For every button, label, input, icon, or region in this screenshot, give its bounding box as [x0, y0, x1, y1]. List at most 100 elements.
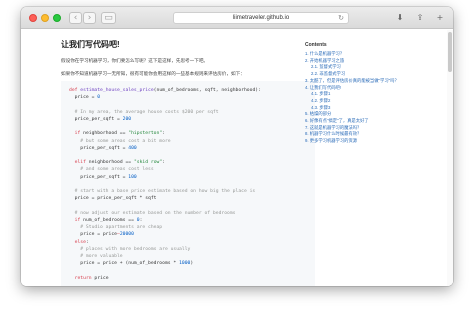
toc-link[interactable]: 7. 这就是机器学习的魔法吗？	[305, 125, 445, 132]
code-token: )	[190, 261, 194, 267]
article: 让我们写代码吧! 假设你在学习机器学习，你们要怎么写呢？这下是这样，先思考一下吧…	[61, 40, 315, 84]
code-token: price_per_sqft =	[69, 174, 129, 180]
code-line: # and some areas cost less	[69, 166, 309, 173]
toc-link[interactable]: 2. 开始机器学习之旅	[305, 58, 445, 65]
browser-toolbar: ‹ › ▭ liimetraveler.github.io ↻ ⬇ ⇪ +	[21, 7, 453, 29]
code-line: def estimate_house_sales_price(num_of_be…	[69, 87, 309, 94]
article-heading: 让我们写代码吧!	[61, 40, 120, 49]
code-token: neighborhood ==	[83, 131, 129, 137]
toc-link[interactable]: 1. 什么是机器学习？	[305, 51, 445, 58]
code-token: price = price_per_sqft * sqft	[69, 196, 157, 202]
code-token: price = price	[69, 232, 117, 238]
toc-link[interactable]: 4.3. 步骤3	[305, 105, 445, 112]
code-token: # In my area, the average house costs $2…	[69, 109, 219, 115]
code-token: if	[74, 217, 84, 223]
reload-icon[interactable]: ↻	[338, 13, 344, 24]
code-line: # start with a base price estimate based…	[69, 188, 309, 195]
code-token: 1000	[179, 261, 191, 267]
browser-window: ‹ › ▭ liimetraveler.github.io ↻ ⬇ ⇪ + 让我…	[21, 7, 453, 286]
code-token: # places with more bedrooms are usually	[69, 246, 191, 252]
code-token: neighborhood ==	[88, 160, 134, 166]
code-line: price_per_sqft = 400	[69, 145, 309, 152]
toc-link[interactable]: 2.1. 监督式学习	[305, 64, 445, 71]
toc-link[interactable]: 9. 更多学习机器学习的资源	[305, 138, 445, 145]
page-content: 让我们写代码吧! 假设你在学习机器学习，你们要怎么写呢？这下是这样，先思考一下吧…	[21, 30, 453, 286]
code-token: (num_of_bedrooms, sqft, neighborhood):	[153, 88, 261, 93]
code-token: estimate_house_sales_price	[80, 88, 154, 93]
toc-link[interactable]: 2.2. 非监督式学习	[305, 71, 445, 78]
toc-link[interactable]: 4. 让我们写代码吧!	[305, 85, 445, 92]
code-line: # In my area, the average house costs $2…	[69, 109, 309, 116]
code-line: if neighborhood == "hipsterton":	[69, 130, 309, 137]
download-icon[interactable]: ⬇	[395, 13, 405, 23]
toc-link[interactable]: 8. 机器学习什么时候最有效？	[305, 131, 445, 138]
code-token: # now adjust our estimate based on the n…	[69, 210, 236, 216]
article-intro: 假设你在学习机器学习，你们要怎么写呢？这下是这样，先思考一下吧。	[61, 58, 209, 63]
code-token: # more valuable	[69, 254, 123, 260]
code-line: price = price_per_sqft * sqft	[69, 195, 309, 202]
code-token: # and some areas cost less	[69, 167, 154, 173]
scrollbar-thumb[interactable]	[448, 32, 452, 72]
code-token: def	[69, 88, 81, 93]
table-of-contents: Contents 1. 什么是机器学习？ 2. 开始机器学习之旅 2.1. 监督式学…	[305, 42, 445, 145]
code-token: 400	[128, 145, 137, 151]
code-token: :	[85, 239, 89, 245]
code-line: # Studio apartments are cheap	[69, 224, 309, 231]
code-line: elif neighborhood == "skid row":	[69, 159, 309, 166]
code-line: # more valuable	[69, 253, 309, 260]
zoom-window-button[interactable]	[53, 14, 61, 22]
url-text: liimetraveler.github.io	[232, 15, 290, 21]
code-line: price = price + (num_of_bedrooms * 1000)	[69, 260, 309, 267]
code-token: price	[94, 275, 109, 281]
new-tab-icon[interactable]: +	[435, 13, 445, 23]
code-line: # now adjust our estimate based on the n…	[69, 210, 309, 217]
address-bar[interactable]: liimetraveler.github.io ↻	[173, 12, 349, 24]
toc-link[interactable]: 5. 枯燥的部分	[305, 111, 445, 118]
code-token: 0	[97, 95, 101, 101]
code-line: else:	[69, 239, 309, 246]
minimize-window-button[interactable]	[41, 14, 49, 22]
share-icon[interactable]: ⇪	[415, 13, 425, 23]
code-token: :	[162, 160, 165, 166]
code-token: # start with a base price estimate based…	[69, 189, 256, 195]
toc-link[interactable]: 6. 好像有点"搞定"了，真是太好了	[305, 118, 445, 125]
code-line: if num_of_bedrooms == 0:	[69, 217, 309, 224]
code-line: price = price—20000	[69, 231, 309, 238]
code-block: def estimate_house_sales_price(num_of_be…	[61, 81, 315, 286]
code-token: 100	[128, 174, 137, 180]
code-token: "skid row"	[133, 160, 163, 166]
sidebar-toggle-icon[interactable]: ▭	[101, 12, 116, 24]
code-line: return price	[69, 275, 309, 282]
code-token: price =	[69, 95, 98, 101]
code-token: 200	[122, 116, 132, 122]
code-token: else	[74, 239, 86, 245]
code-token: price_per_sqft =	[69, 116, 123, 122]
forward-arrow-icon[interactable]: ›	[83, 12, 96, 24]
code-token: :	[139, 217, 143, 223]
code-token: :	[162, 131, 165, 137]
code-token: price = price + (num_of_bedrooms *	[69, 261, 180, 267]
code-token: # Studio apartments are cheap	[69, 225, 163, 231]
code-token: if	[74, 131, 84, 137]
code-token: 20000	[119, 232, 134, 238]
code-line: price_per_sqft = 200	[69, 116, 309, 123]
toc-title: Contents	[305, 42, 327, 48]
code-line: # but some areas cost a bit more	[69, 138, 309, 145]
code-line: price = 0	[69, 94, 309, 101]
code-token: elif	[74, 160, 89, 166]
code-token: price_per_sqft =	[69, 145, 129, 151]
close-window-button[interactable]	[29, 14, 37, 22]
toc-link[interactable]: 3. 太酷了，但是评估房价真的能被当做"学习"吗？	[305, 78, 445, 85]
code-line: # places with more bedrooms are usually	[69, 246, 309, 253]
toc-link[interactable]: 4.2. 步骤2	[305, 98, 445, 105]
back-arrow-icon[interactable]: ‹	[69, 12, 82, 24]
toc-link[interactable]: 4.1. 步骤1	[305, 91, 445, 98]
code-token: num_of_bedrooms ==	[83, 217, 137, 223]
code-token: "hipsterton"	[128, 131, 163, 137]
